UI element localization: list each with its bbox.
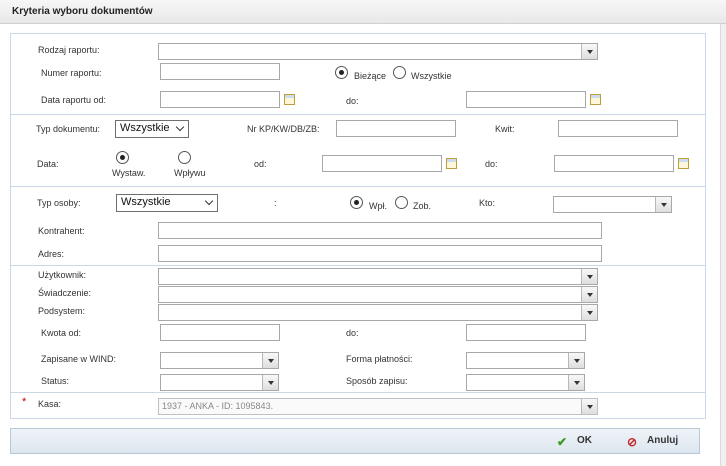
data-raportu-od-input[interactable] bbox=[160, 91, 280, 108]
data-raportu-do-label: do: bbox=[346, 96, 359, 106]
radio-zob-label: Zob. bbox=[413, 201, 432, 211]
status-label: Status: bbox=[41, 376, 70, 386]
chevron-down-icon[interactable] bbox=[581, 399, 597, 414]
typ-dokumentu-value: Wszystkie bbox=[120, 122, 170, 134]
zapisane-select[interactable] bbox=[160, 352, 279, 369]
typ-osoby-label: Typ osoby: bbox=[37, 198, 81, 208]
ok-button[interactable]: ✔ OK bbox=[557, 432, 603, 452]
calendar-icon[interactable] bbox=[678, 158, 689, 169]
chevron-down-icon bbox=[175, 122, 185, 132]
kontrahent-input[interactable] bbox=[158, 222, 602, 239]
ok-button-label: OK bbox=[577, 435, 592, 446]
chevron-down-icon[interactable] bbox=[581, 44, 597, 59]
adres-input[interactable] bbox=[158, 245, 602, 262]
calendar-icon[interactable] bbox=[590, 94, 601, 105]
podsystem-select[interactable] bbox=[158, 304, 598, 321]
radio-wplywu-label: Wpływu bbox=[174, 168, 206, 178]
kasa-value: 1937 - ANKA - ID: 1095843. bbox=[162, 401, 274, 411]
kwota-do-label: do: bbox=[346, 328, 359, 338]
radio-wszystkie[interactable] bbox=[393, 66, 406, 79]
typ-osoby-select[interactable]: Wszystkie bbox=[116, 194, 218, 212]
radio-wplywu[interactable] bbox=[178, 151, 191, 164]
dialog-title: Kryteria wyboru dokumentów bbox=[12, 6, 153, 17]
chevron-down-icon[interactable] bbox=[655, 197, 671, 212]
calendar-icon[interactable] bbox=[446, 158, 457, 169]
zapisane-label: Zapisane w WIND: bbox=[41, 354, 117, 364]
sposob-zapisu-select[interactable] bbox=[466, 374, 585, 391]
data-label: Data: bbox=[37, 159, 59, 169]
kwota-od-input[interactable] bbox=[160, 324, 280, 341]
kasa-label: Kasa: bbox=[38, 399, 62, 409]
section-divider bbox=[10, 265, 706, 266]
uzytkownik-label: Użytkownik: bbox=[38, 270, 87, 280]
numer-raportu-input[interactable] bbox=[160, 63, 280, 80]
data-raportu-label: Data raportu od: bbox=[41, 95, 107, 105]
typ-dokumentu-select[interactable]: Wszystkie bbox=[115, 120, 189, 138]
chevron-down-icon[interactable] bbox=[581, 305, 597, 320]
swiadczenie-select[interactable] bbox=[158, 286, 598, 303]
cancel-button[interactable]: ⊘ Anuluj bbox=[627, 432, 697, 452]
radio-wszystkie-label: Wszystkie bbox=[411, 71, 452, 81]
sposob-zapisu-label: Sposób zapisu: bbox=[346, 376, 408, 386]
forma-platnosci-select[interactable] bbox=[466, 352, 585, 369]
adres-label: Adres: bbox=[38, 249, 65, 259]
calendar-icon[interactable] bbox=[284, 94, 295, 105]
kto-select[interactable] bbox=[553, 196, 672, 213]
chevron-down-icon[interactable] bbox=[262, 375, 278, 390]
uzytkownik-select[interactable] bbox=[158, 268, 598, 285]
typ-osoby-colon: : bbox=[274, 198, 277, 208]
section-divider bbox=[10, 392, 706, 393]
data-raportu-do-input[interactable] bbox=[466, 91, 586, 108]
data-do-input[interactable] bbox=[554, 155, 674, 172]
section-divider bbox=[10, 186, 706, 187]
radio-zob[interactable] bbox=[395, 196, 408, 209]
chevron-down-icon[interactable] bbox=[581, 269, 597, 284]
nr-kp-input[interactable] bbox=[336, 120, 456, 137]
cancel-button-label: Anuluj bbox=[647, 435, 679, 446]
kwota-do-input[interactable] bbox=[466, 324, 586, 341]
chevron-down-icon bbox=[204, 196, 214, 206]
chevron-down-icon[interactable] bbox=[568, 375, 584, 390]
kwit-input[interactable] bbox=[558, 120, 678, 137]
radio-wpl[interactable] bbox=[350, 196, 363, 209]
swiadczenie-label: Świadczenie: bbox=[38, 288, 92, 298]
kontrahent-label: Kontrahent: bbox=[38, 226, 85, 236]
chevron-down-icon[interactable] bbox=[581, 287, 597, 302]
radio-wpl-label: Wpł. bbox=[369, 201, 387, 211]
cancel-icon: ⊘ bbox=[627, 435, 638, 449]
dialog-footer: ✔ OK ⊘ Anuluj bbox=[10, 428, 700, 454]
chevron-down-icon[interactable] bbox=[262, 353, 278, 368]
podsystem-label: Podsystem: bbox=[38, 306, 86, 316]
check-icon: ✔ bbox=[557, 435, 568, 449]
data-od-label: od: bbox=[254, 159, 267, 169]
scrollbar[interactable] bbox=[720, 24, 726, 466]
status-select[interactable] bbox=[160, 374, 279, 391]
radio-wystaw[interactable] bbox=[116, 151, 129, 164]
data-do-label: do: bbox=[485, 159, 498, 169]
kasa-select[interactable]: 1937 - ANKA - ID: 1095843. bbox=[158, 398, 598, 415]
kwit-label: Kwit: bbox=[495, 124, 515, 134]
typ-dokumentu-label: Typ dokumentu: bbox=[36, 124, 101, 134]
dialog-titlebar: Kryteria wyboru dokumentów bbox=[0, 0, 726, 24]
radio-biezace[interactable] bbox=[335, 66, 348, 79]
typ-osoby-value: Wszystkie bbox=[121, 196, 171, 208]
section-divider bbox=[10, 114, 706, 115]
data-od-input[interactable] bbox=[322, 155, 442, 172]
kto-label: Kto: bbox=[479, 198, 496, 208]
nr-kp-label: Nr KP/KW/DB/ZB: bbox=[247, 124, 320, 134]
forma-platnosci-label: Forma płatności: bbox=[346, 354, 413, 364]
rodzaj-raportu-select[interactable] bbox=[158, 43, 598, 60]
chevron-down-icon[interactable] bbox=[568, 353, 584, 368]
kwota-od-label: Kwota od: bbox=[41, 328, 82, 338]
rodzaj-raportu-label: Rodzaj raportu: bbox=[38, 45, 100, 55]
required-asterisk: * bbox=[22, 396, 27, 408]
radio-wystaw-label: Wystaw. bbox=[112, 168, 146, 178]
numer-raportu-label: Numer raportu: bbox=[41, 68, 102, 78]
radio-biezace-label: Bieżące bbox=[354, 71, 387, 81]
